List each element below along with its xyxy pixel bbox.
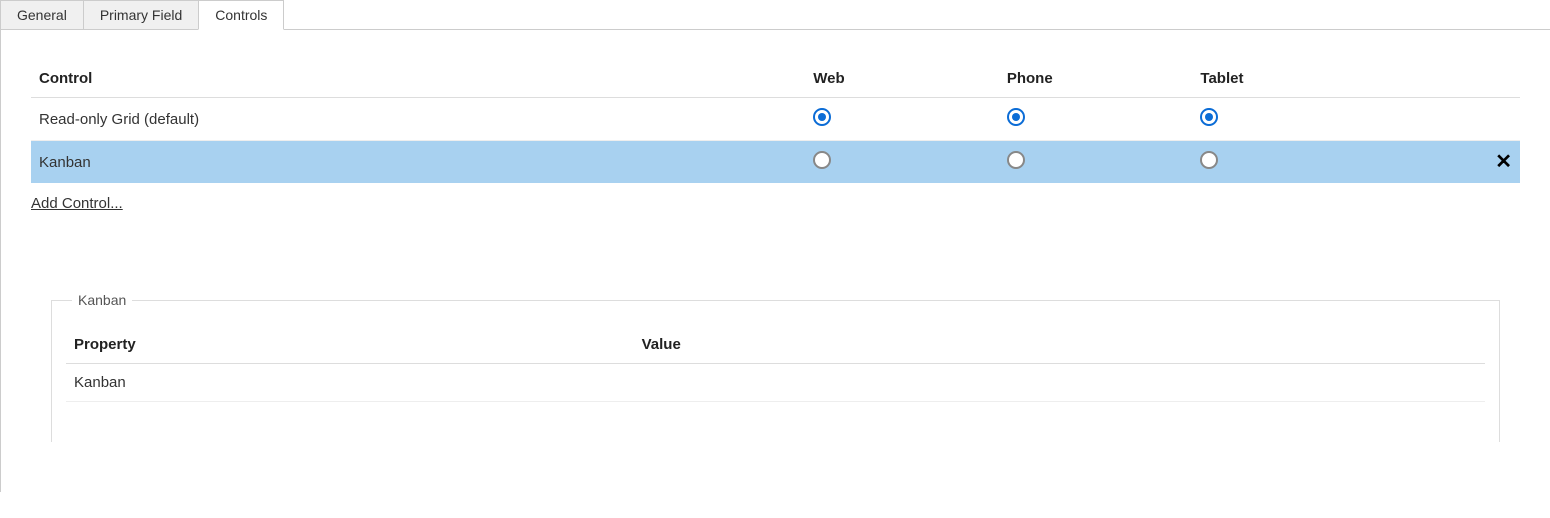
radio-web[interactable] [813,108,831,126]
radio-web[interactable] [813,151,831,169]
fieldset-legend: Kanban [72,292,132,308]
radio-phone[interactable] [1007,108,1025,126]
tab-general[interactable]: General [0,0,84,29]
header-property: Property [66,326,634,364]
radio-phone[interactable] [1007,151,1025,169]
control-name: Read-only Grid (default) [31,98,805,141]
property-value [634,364,1485,402]
control-name: Kanban [31,141,805,184]
table-row[interactable]: Read-only Grid (default) [31,98,1520,141]
controls-panel: Control Web Phone Tablet Read-only Grid … [0,30,1550,492]
tab-primary-field[interactable]: Primary Field [83,0,199,29]
close-icon[interactable]: ✕ [1495,151,1512,173]
property-name: Kanban [66,364,634,402]
add-control-link[interactable]: Add Control... [31,195,123,212]
header-tablet: Tablet [1192,60,1386,98]
header-phone: Phone [999,60,1193,98]
header-remove [1386,60,1520,98]
table-row[interactable]: Kanban ✕ [31,141,1520,184]
header-control: Control [31,60,805,98]
table-row[interactable]: Kanban [66,364,1485,402]
tab-bar: General Primary Field Controls [0,0,1550,30]
properties-table: Property Value Kanban [66,326,1485,402]
control-detail-fieldset: Kanban Property Value Kanban [51,292,1500,442]
tab-controls[interactable]: Controls [198,0,284,30]
header-value: Value [634,326,1485,364]
radio-tablet[interactable] [1200,108,1218,126]
radio-tablet[interactable] [1200,151,1218,169]
controls-table: Control Web Phone Tablet Read-only Grid … [31,60,1520,183]
header-web: Web [805,60,999,98]
